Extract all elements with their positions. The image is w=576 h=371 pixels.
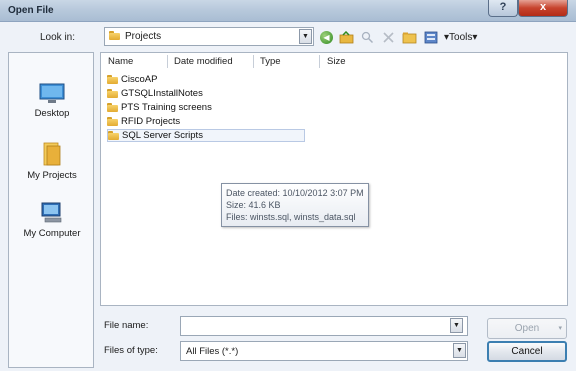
close-icon: x bbox=[539, 1, 547, 13]
list-item[interactable]: SQL Server Scripts bbox=[107, 129, 305, 142]
list-item-name: SQL Server Scripts bbox=[122, 130, 203, 141]
open-file-dialog: Look in: Projects ▼ ◀ ▾Tools▾ Desktop My… bbox=[0, 22, 576, 371]
list-item-name: CiscoAP bbox=[121, 74, 158, 85]
folder-icon bbox=[107, 103, 118, 112]
list-item-name: RFID Projects bbox=[121, 116, 181, 127]
views-icon[interactable] bbox=[423, 30, 438, 45]
files-of-type-value: All Files (*.*) bbox=[186, 346, 239, 357]
list-item-name: PTS Training screens bbox=[121, 102, 212, 113]
chevron-down-icon[interactable]: ▼ bbox=[453, 343, 466, 358]
column-divider[interactable] bbox=[167, 55, 168, 68]
tooltip-files: Files: winsts.sql, winsts_data.sql bbox=[226, 212, 356, 222]
column-header-size[interactable]: Size bbox=[327, 56, 345, 67]
look-in-label: Look in: bbox=[40, 32, 76, 43]
file-name-input[interactable] bbox=[180, 316, 468, 336]
tooltip-size: Size: 41.6 KB bbox=[226, 200, 281, 210]
look-in-dropdown[interactable]: Projects ▼ bbox=[104, 27, 314, 46]
places-bar: Desktop My Projects My Computer bbox=[8, 52, 94, 368]
computer-icon bbox=[41, 202, 62, 223]
place-my-computer[interactable]: My Computer bbox=[9, 201, 95, 239]
column-header-type[interactable]: Type bbox=[260, 56, 281, 67]
column-header-name[interactable]: Name bbox=[108, 56, 133, 67]
folder-icon bbox=[107, 117, 118, 126]
list-item[interactable]: PTS Training screens bbox=[107, 101, 212, 114]
column-header-date-modified[interactable]: Date modified bbox=[174, 56, 233, 67]
folder-icon bbox=[109, 31, 120, 40]
column-divider[interactable] bbox=[253, 55, 254, 68]
new-folder-icon[interactable] bbox=[402, 30, 417, 45]
chevron-down-icon[interactable]: ▼ bbox=[450, 318, 463, 333]
cancel-button[interactable]: Cancel bbox=[487, 341, 567, 362]
place-my-computer-label: My Computer bbox=[23, 228, 81, 239]
place-my-projects-label: My Projects bbox=[27, 170, 77, 181]
desktop-icon bbox=[39, 83, 65, 103]
title-bar: Open File ? x bbox=[0, 0, 576, 22]
place-desktop[interactable]: Desktop bbox=[9, 83, 95, 119]
help-icon: ? bbox=[499, 1, 507, 13]
column-divider[interactable] bbox=[319, 55, 320, 68]
list-item[interactable]: GTSQLInstallNotes bbox=[107, 87, 203, 100]
tools-menu[interactable]: ▾Tools▾ bbox=[444, 32, 477, 43]
tools-menu-label: Tools bbox=[449, 31, 473, 43]
close-button[interactable]: x bbox=[518, 0, 568, 17]
files-of-type-label: Files of type: bbox=[104, 345, 158, 356]
toolbar: ◀ ▾Tools▾ bbox=[320, 28, 477, 46]
file-list[interactable]: Name Date modified Type Size CiscoAP GTS… bbox=[100, 52, 568, 306]
files-of-type-dropdown[interactable]: All Files (*.*) ▼ bbox=[180, 341, 468, 361]
delete-icon[interactable] bbox=[381, 30, 396, 45]
chevron-down-icon[interactable]: ▾ bbox=[558, 319, 562, 338]
folder-icon bbox=[108, 131, 119, 140]
back-icon[interactable]: ◀ bbox=[320, 30, 333, 44]
search-icon[interactable] bbox=[360, 30, 375, 45]
open-button[interactable]: Open ▾ bbox=[487, 318, 567, 339]
folder-icon bbox=[107, 75, 118, 84]
help-button[interactable]: ? bbox=[488, 0, 518, 17]
folder-tooltip: Date created: 10/10/2012 3:07 PM Size: 4… bbox=[221, 183, 369, 227]
folder-icon bbox=[43, 142, 61, 166]
place-my-projects[interactable]: My Projects bbox=[9, 141, 95, 181]
window-title: Open File bbox=[8, 5, 54, 16]
list-item-name: GTSQLInstallNotes bbox=[121, 88, 203, 99]
look-in-value: Projects bbox=[125, 31, 162, 42]
tooltip-date-created: Date created: 10/10/2012 3:07 PM bbox=[226, 188, 364, 198]
place-desktop-label: Desktop bbox=[34, 108, 70, 119]
chevron-down-icon[interactable]: ▼ bbox=[299, 29, 312, 44]
open-button-label: Open bbox=[514, 323, 540, 334]
list-item[interactable]: CiscoAP bbox=[107, 73, 157, 86]
folder-icon bbox=[107, 89, 118, 98]
up-folder-icon[interactable] bbox=[339, 30, 354, 45]
list-item[interactable]: RFID Projects bbox=[107, 115, 180, 128]
file-name-label: File name: bbox=[104, 320, 149, 331]
